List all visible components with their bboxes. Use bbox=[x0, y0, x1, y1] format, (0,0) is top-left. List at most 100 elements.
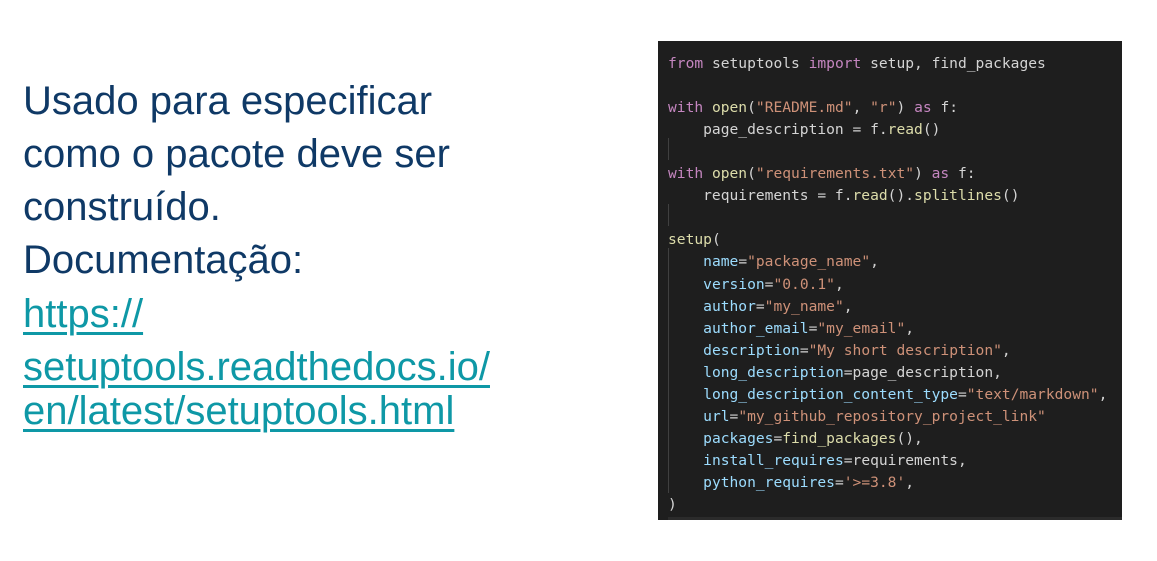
code-token: ( bbox=[747, 99, 756, 117]
code-token: f: bbox=[931, 99, 959, 117]
code-token: ( bbox=[747, 165, 756, 183]
code-token: read bbox=[887, 121, 923, 139]
documentation-link[interactable]: https:// bbox=[23, 292, 143, 336]
code-token: = bbox=[738, 253, 748, 271]
code-token: "My short description" bbox=[808, 341, 1002, 359]
code-token: "r" bbox=[870, 99, 897, 117]
code-token: "README.md" bbox=[755, 99, 853, 117]
code-token: author bbox=[703, 297, 756, 315]
code-token: , bbox=[852, 99, 871, 117]
code-token: () bbox=[1001, 187, 1020, 205]
code-token: open bbox=[711, 99, 748, 117]
code-line: with open("requirements.txt") as f: bbox=[668, 163, 976, 185]
code-token: from bbox=[668, 55, 704, 72]
code-token: setup, find_packages bbox=[861, 55, 1046, 72]
code-line: page_description = f.read() bbox=[668, 119, 940, 141]
code-screenshot: from setuptools import setup, find_packa… bbox=[658, 41, 1122, 520]
code-token: (), bbox=[896, 429, 923, 447]
code-token: with bbox=[668, 99, 704, 117]
code-token: packages bbox=[703, 429, 774, 447]
code-token: , bbox=[870, 253, 879, 271]
code-token: (). bbox=[887, 187, 915, 205]
code-token: ) bbox=[896, 99, 915, 117]
code-line: python_requires='>=3.8', bbox=[668, 472, 914, 494]
code-token: "my_email" bbox=[817, 319, 906, 337]
code-token: , bbox=[843, 297, 853, 315]
code-token: install_requires bbox=[703, 451, 844, 469]
code-token: setup bbox=[668, 231, 712, 249]
code-line: requirements = f.read().splitlines() bbox=[668, 185, 1019, 207]
code-token: find_packages bbox=[782, 429, 897, 447]
code-token: with bbox=[668, 165, 704, 183]
code-token: setuptools bbox=[703, 55, 809, 72]
code-token: "my_name" bbox=[764, 297, 844, 315]
code-token: page_description = f. bbox=[668, 121, 888, 139]
code-token: splitlines bbox=[914, 187, 1002, 205]
code-line: with open("README.md", "r") as f: bbox=[668, 97, 958, 119]
code-token: requirements = f. bbox=[668, 187, 853, 205]
code-token: , bbox=[905, 473, 915, 491]
code-token: "0.0.1" bbox=[773, 275, 835, 293]
code-line: url="my_github_repository_project_link" bbox=[668, 406, 1046, 428]
code-line: version="0.0.1", bbox=[668, 274, 844, 296]
code-token: as bbox=[914, 99, 932, 117]
code-token: author_email bbox=[703, 319, 809, 337]
body-text-line: Documentação: bbox=[23, 238, 304, 282]
code-line: author_email="my_email", bbox=[668, 318, 914, 340]
code-token: = bbox=[799, 341, 809, 359]
code-token: = bbox=[729, 407, 739, 425]
code-token: f: bbox=[949, 165, 976, 183]
code-token: "text/markdown" bbox=[966, 385, 1099, 403]
code-token: =requirements, bbox=[843, 451, 967, 469]
code-token: long_description bbox=[703, 363, 844, 381]
code-token: , bbox=[905, 319, 915, 337]
code-token: =page_description, bbox=[843, 363, 1002, 381]
indent-guide bbox=[668, 204, 669, 226]
documentation-link[interactable]: en/latest/setuptools.html bbox=[23, 389, 454, 433]
code-token: "package_name" bbox=[747, 253, 871, 271]
editor-border bbox=[668, 517, 1122, 520]
indent-guide bbox=[668, 138, 669, 160]
body-text-line: como o pacote deve ser bbox=[23, 132, 450, 176]
code-line: description="My short description", bbox=[668, 340, 1011, 362]
code-token: as bbox=[931, 165, 950, 183]
code-token: , bbox=[1001, 341, 1011, 359]
code-token: long_description_content_type bbox=[703, 385, 958, 403]
documentation-link[interactable]: setuptools.readthedocs.io/ bbox=[23, 345, 490, 389]
code-token: description bbox=[703, 341, 800, 359]
code-line: setup( bbox=[668, 229, 721, 251]
code-line: author="my_name", bbox=[668, 296, 853, 318]
code-token: , bbox=[834, 275, 844, 293]
code-token: '>=3.8' bbox=[843, 473, 906, 491]
body-text-line: Usado para especificar bbox=[23, 79, 433, 123]
code-token: url bbox=[703, 407, 730, 425]
code-token: read bbox=[852, 187, 888, 205]
code-token: python_requires bbox=[703, 473, 835, 491]
code-token: version bbox=[703, 275, 765, 293]
code-line: ) bbox=[668, 494, 677, 516]
code-token: open bbox=[711, 165, 748, 183]
code-token: ) bbox=[914, 165, 932, 183]
code-token: name bbox=[703, 253, 739, 271]
code-token: () bbox=[922, 121, 941, 139]
code-line: install_requires=requirements, bbox=[668, 450, 967, 472]
code-token: = bbox=[834, 473, 844, 491]
code-line: from setuptools import setup, find_packa… bbox=[668, 53, 1046, 75]
body-text-line: construído. bbox=[23, 185, 221, 229]
code-line: name="package_name", bbox=[668, 251, 879, 273]
code-token: , bbox=[1098, 385, 1108, 403]
code-line: packages=find_packages(), bbox=[668, 428, 923, 450]
code-token: import bbox=[808, 55, 862, 72]
